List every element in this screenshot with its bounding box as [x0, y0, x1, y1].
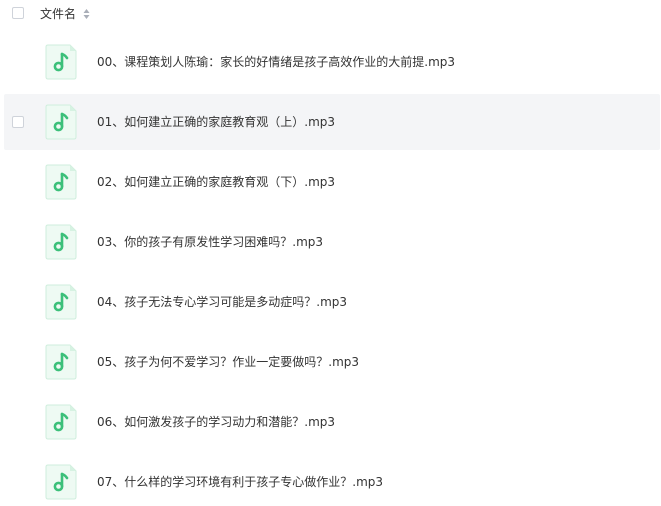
audio-file-icon — [45, 404, 77, 440]
file-list-page: 文件名 00、课程策划人陈瑜：家长的好情绪是孩子高效作业的大前提.mp3 01、… — [0, 0, 661, 506]
audio-file-icon — [45, 284, 77, 320]
file-name: 02、如何建立正确的家庭教育观（下）.mp3 — [97, 175, 336, 189]
file-row[interactable]: 07、什么样的学习环境有利于孩子专心做作业？.mp3 — [4, 454, 660, 506]
file-name: 03、你的孩子有原发性学习困难吗？.mp3 — [97, 235, 324, 249]
file-name: 06、如何激发孩子的学习动力和潜能？.mp3 — [97, 415, 336, 429]
list-header: 文件名 — [0, 0, 661, 30]
file-row[interactable]: 02、如何建立正确的家庭教育观（下）.mp3 — [4, 154, 660, 210]
select-all-checkbox[interactable] — [12, 7, 24, 19]
file-list: 00、课程策划人陈瑜：家长的好情绪是孩子高效作业的大前提.mp3 01、如何建立… — [0, 34, 661, 506]
file-row[interactable]: 05、孩子为何不爱学习？作业一定要做吗？.mp3 — [4, 334, 660, 390]
audio-file-icon — [45, 104, 77, 140]
audio-file-icon — [45, 344, 77, 380]
file-row[interactable]: 03、你的孩子有原发性学习困难吗？.mp3 — [4, 214, 660, 270]
audio-file-icon — [45, 224, 77, 260]
file-name: 07、什么样的学习环境有利于孩子专心做作业？.mp3 — [97, 475, 384, 489]
file-name: 01、如何建立正确的家庭教育观（上）.mp3 — [97, 115, 336, 129]
file-row[interactable]: 01、如何建立正确的家庭教育观（上）.mp3 — [4, 94, 660, 150]
file-name: 05、孩子为何不爱学习？作业一定要做吗？.mp3 — [97, 355, 360, 369]
filename-column-header[interactable]: 文件名 — [40, 5, 76, 23]
file-name: 04、孩子无法专心学习可能是多动症吗？.mp3 — [97, 295, 348, 309]
file-name: 00、课程策划人陈瑜：家长的好情绪是孩子高效作业的大前提.mp3 — [97, 55, 456, 69]
sort-icon[interactable] — [83, 8, 90, 20]
file-row[interactable]: 00、课程策划人陈瑜：家长的好情绪是孩子高效作业的大前提.mp3 — [4, 34, 660, 90]
file-row[interactable]: 06、如何激发孩子的学习动力和潜能？.mp3 — [4, 394, 660, 450]
audio-file-icon — [45, 164, 77, 200]
row-checkbox[interactable] — [12, 116, 24, 128]
audio-file-icon — [45, 464, 77, 500]
file-row[interactable]: 04、孩子无法专心学习可能是多动症吗？.mp3 — [4, 274, 660, 330]
audio-file-icon — [45, 44, 77, 80]
